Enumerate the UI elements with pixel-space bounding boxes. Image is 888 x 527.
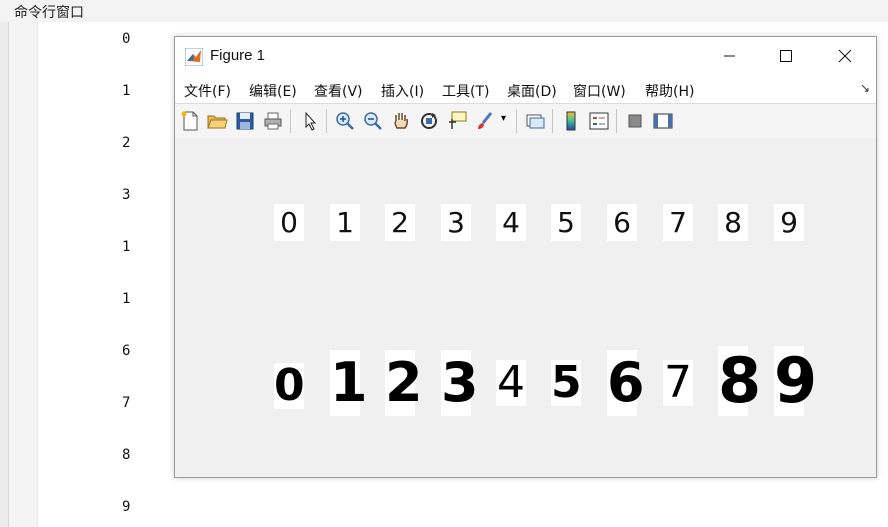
menu-tools[interactable]: 工具(T) [442,81,489,101]
digit-image-large: 5 [551,357,582,408]
pointer-icon[interactable] [299,110,321,132]
output-line: 1 [122,239,131,255]
output-line: 2 [122,135,131,151]
new-figure-icon[interactable] [179,110,201,132]
digit-image-large: 6 [607,350,645,416]
toolbar-separator [616,109,617,133]
menu-bar: 文件(F) 编辑(E) 查看(V) 插入(I) 工具(T) 桌面(D) 窗口(W… [175,75,876,103]
menu-window[interactable]: 窗口(W) [573,81,626,101]
output-line: 7 [122,395,131,411]
brush-dropdown-icon[interactable]: ▾ [501,113,509,135]
digit-image-large: 3 [441,350,479,416]
digit-image-large: 7 [663,357,693,408]
link-icon[interactable] [524,110,546,132]
digit-image-small: 8 [718,204,748,241]
digit-image-small: 5 [551,204,581,241]
print-icon[interactable] [262,110,284,132]
brush-icon[interactable] [474,110,496,132]
output-line: 8 [122,447,131,463]
figure-window[interactable]: Figure 1 文件(F) 编辑(E) 查看(V) 插入(I) 工具(T) 桌… [174,36,877,478]
menu-file[interactable]: 文件(F) [184,81,231,101]
output-line: 6 [122,343,131,359]
output-line: 1 [122,291,131,307]
command-window-gutter [9,22,38,527]
figure-title: Figure 1 [210,47,266,64]
menu-desktop[interactable]: 桌面(D) [507,81,557,101]
toolbar-separator [516,109,517,133]
rotate-3d-icon[interactable] [418,110,440,132]
digit-image-large: 1 [330,350,368,416]
figure-canvas[interactable]: 0 1 2 3 4 5 6 7 8 9 0 1 2 3 4 5 6 7 8 9 [175,138,876,477]
digit-image-large: 0 [274,360,305,411]
close-icon [838,49,852,63]
figure-titlebar[interactable]: Figure 1 [175,37,876,75]
digit-image-small: 7 [663,204,693,241]
data-cursor-icon[interactable] [446,110,468,132]
toolbar-separator [552,109,553,133]
digit-image-large: 9 [774,344,818,417]
output-line: 0 [122,31,131,47]
digit-image-small: 9 [774,204,804,241]
output-line: 3 [122,187,131,203]
zoom-out-icon[interactable] [362,110,384,132]
matlab-logo-icon [185,48,203,66]
zoom-in-icon[interactable] [334,110,356,132]
minimize-icon [724,55,735,57]
digit-image-small: 2 [385,204,415,241]
digit-image-small: 3 [441,204,471,241]
close-button[interactable] [815,37,871,75]
save-icon[interactable] [234,110,256,132]
menu-edit[interactable]: 编辑(E) [249,81,297,101]
digit-image-small: 0 [274,204,304,241]
menu-help[interactable]: 帮助(H) [645,81,694,101]
maximize-button[interactable] [758,37,814,75]
maximize-icon [780,50,792,62]
output-line: 9 [122,499,131,515]
figure-toolbar: ▾ [175,103,876,139]
toolbar-separator [290,109,291,133]
digit-image-small: 1 [330,204,360,241]
toolbar-separator [326,109,327,133]
show-plot-tools-icon[interactable] [652,110,674,132]
digit-image-large: 4 [496,357,526,408]
digit-image-small: 4 [496,204,526,241]
menu-insert[interactable]: 插入(I) [381,81,424,101]
legend-icon[interactable] [588,110,610,132]
minimize-button[interactable] [702,37,758,75]
pan-hand-icon[interactable] [390,110,412,132]
digit-image-large: 2 [385,350,423,416]
command-window-title: 命令行窗口 [14,5,84,21]
command-window-header: 命令行窗口 [0,0,888,23]
open-file-icon[interactable] [206,110,228,132]
toolbar-overflow-icon[interactable]: ↘ [860,81,870,95]
digit-image-small: 6 [607,204,637,241]
menu-view[interactable]: 查看(V) [314,81,363,101]
hide-plot-tools-icon[interactable] [624,110,646,132]
colorbar-icon[interactable] [560,110,582,132]
left-panel-strip [0,22,9,527]
digit-image-large: 8 [718,344,762,417]
output-line: 1 [122,83,131,99]
